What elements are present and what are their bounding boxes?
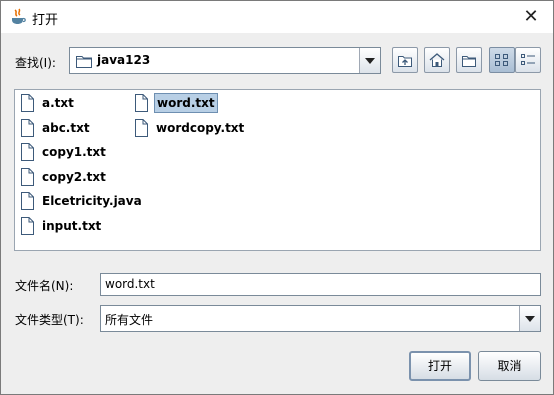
file-list[interactable]: a.txt abc.txt copy1.txt copy2.txt Elcetr…	[14, 89, 541, 251]
file-icon	[21, 94, 34, 112]
filename-field[interactable]: word.txt	[100, 273, 541, 296]
chevron-down-icon[interactable]	[519, 306, 540, 331]
filename-label: 文件名(N):	[15, 279, 74, 293]
file-icon	[21, 168, 34, 186]
file-icon	[21, 192, 34, 210]
open-button[interactable]: 打开	[409, 351, 471, 381]
cancel-button[interactable]: 取消	[478, 351, 541, 381]
file-name: input.txt	[42, 219, 102, 233]
look-in-combo[interactable]: java123	[69, 47, 381, 74]
window-title: 打开	[32, 13, 59, 28]
filetype-combo[interactable]: 所有文件	[100, 305, 541, 332]
file-name: copy1.txt	[42, 145, 106, 159]
folder-icon	[76, 56, 92, 68]
title-bar: 打开 ✕	[1, 1, 553, 33]
file-name: abc.txt	[42, 121, 90, 135]
file-name: Elcetricity.java	[42, 194, 142, 208]
file-name: word.txt	[154, 93, 218, 113]
file-name: wordcopy.txt	[156, 121, 245, 135]
close-icon: ✕	[523, 6, 539, 27]
file-name: copy2.txt	[42, 170, 106, 184]
look-in-value: java123	[97, 53, 151, 67]
file-icon	[21, 143, 34, 161]
filetype-label: 文件类型(T):	[15, 313, 84, 327]
list-view-icon	[495, 54, 508, 66]
filename-value: word.txt	[105, 277, 155, 291]
look-in-label: 查找(I):	[15, 56, 56, 70]
file-icon	[21, 119, 34, 137]
list-view-button[interactable]	[489, 47, 515, 73]
file-icon	[21, 217, 34, 235]
file-icon	[135, 119, 148, 137]
new-folder-icon	[462, 56, 476, 67]
details-view-icon	[521, 54, 535, 65]
home-icon	[429, 53, 445, 67]
file-icon	[135, 94, 148, 112]
details-view-button[interactable]	[515, 47, 541, 73]
file-name: a.txt	[42, 96, 74, 110]
java-icon	[12, 8, 26, 24]
close-button[interactable]: ✕	[517, 4, 545, 30]
new-folder-button[interactable]	[456, 47, 482, 73]
home-button[interactable]	[424, 47, 450, 73]
up-one-level-icon	[398, 56, 412, 67]
chevron-down-icon[interactable]	[359, 48, 380, 73]
open-dialog: 打开 ✕ 查找(I): java123 a.txt abc.txt copy1.…	[0, 0, 554, 395]
up-one-level-button[interactable]	[392, 47, 418, 73]
filetype-value: 所有文件	[105, 313, 154, 327]
